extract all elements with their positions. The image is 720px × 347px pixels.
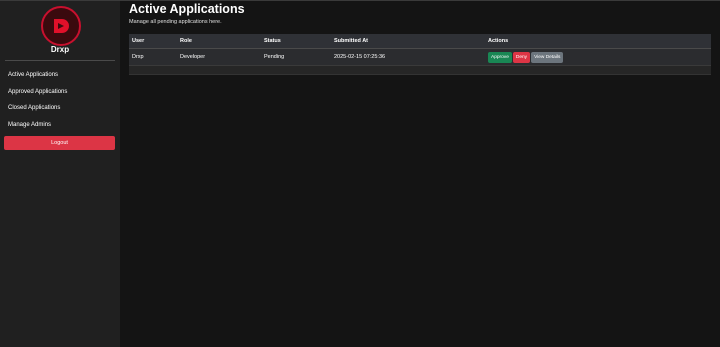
table-row: Drxp Developer Pending 2025-02-15 07:25:…: [129, 48, 711, 66]
sidebar: Drxp Active Applications Approved Applic…: [0, 1, 120, 347]
column-header-status: Status: [261, 34, 331, 49]
sidebar-item-approved-applications[interactable]: Approved Applications: [0, 84, 120, 101]
column-header-role: Role: [177, 34, 261, 49]
app-window: Drxp Active Applications Approved Applic…: [0, 0, 720, 347]
row-actions: Approve Deny View Details: [488, 51, 711, 63]
sidebar-divider: [5, 60, 115, 61]
sidebar-item-active-applications[interactable]: Active Applications: [0, 67, 120, 84]
cell-status: Pending: [261, 48, 331, 66]
sidebar-item-manage-admins[interactable]: Manage Admins: [0, 117, 120, 134]
deny-button[interactable]: Deny: [512, 51, 531, 63]
cell-actions: Approve Deny View Details: [485, 48, 711, 66]
brand-name: Drxp: [50, 45, 70, 54]
column-header-actions: Actions: [485, 34, 711, 49]
cell-user: Drxp: [129, 48, 177, 66]
table-header-row: User Role Status Submitted At Actions: [129, 34, 711, 49]
page-title: Active Applications: [129, 2, 245, 16]
column-header-user: User: [129, 34, 177, 49]
main-content: Active Applications Manage all pending a…: [120, 1, 720, 347]
brand-logo-icon: [41, 6, 81, 46]
cell-submitted-at: 2025-02-15 07:25:36: [331, 48, 485, 66]
page-subtitle: Manage all pending applications here.: [129, 19, 222, 25]
applications-table: User Role Status Submitted At Actions Dr…: [129, 34, 711, 66]
sidebar-item-closed-applications[interactable]: Closed Applications: [0, 100, 120, 117]
cell-role: Developer: [177, 48, 261, 66]
column-header-submitted-at: Submitted At: [331, 34, 485, 49]
view-details-button[interactable]: View Details: [531, 51, 564, 63]
logout-button[interactable]: Logout: [4, 136, 115, 150]
applications-table-container: User Role Status Submitted At Actions Dr…: [129, 34, 711, 75]
sidebar-nav: Active Applications Approved Application…: [0, 67, 120, 134]
approve-button[interactable]: Approve: [488, 51, 512, 63]
